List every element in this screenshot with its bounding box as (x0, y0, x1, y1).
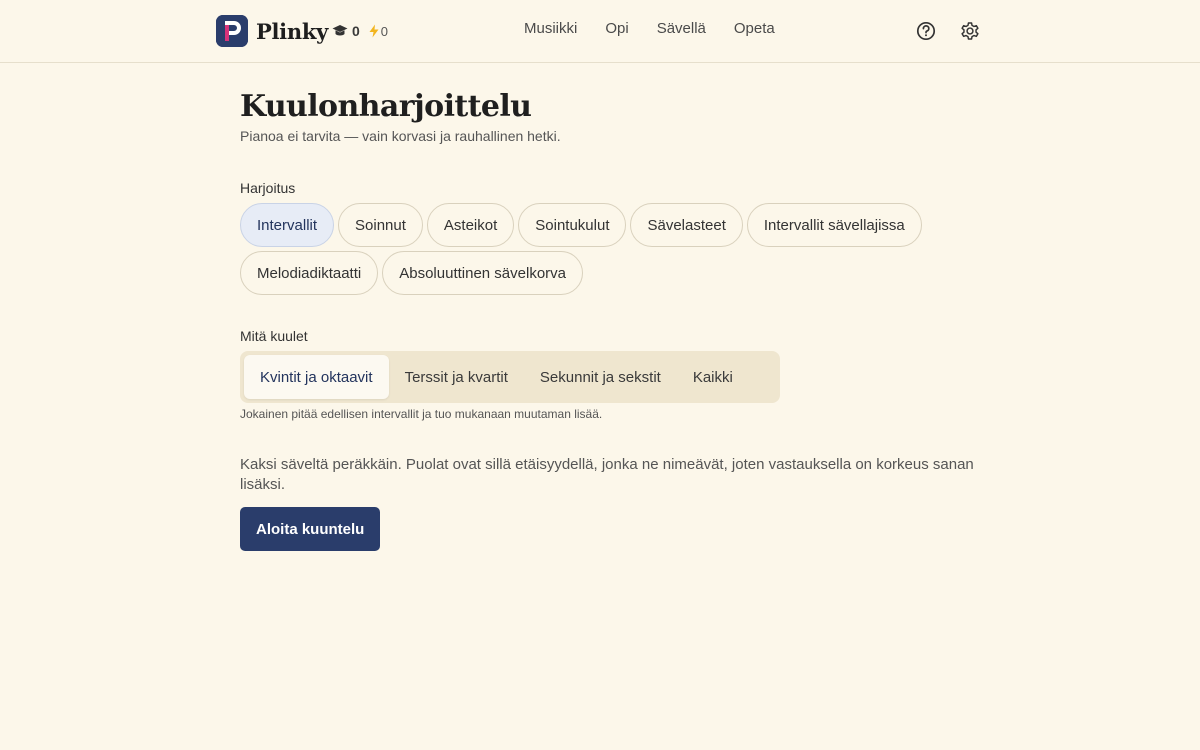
streak-value: 0 (380, 23, 389, 39)
level-kaikki[interactable]: Kaikki (677, 355, 749, 399)
help-button[interactable] (915, 20, 937, 42)
streak-stat: 0 (368, 24, 388, 39)
settings-button[interactable] (959, 20, 981, 42)
level-sekunnit-ja-sekstit[interactable]: Sekunnit ja sekstit (524, 355, 677, 399)
top-bar: Plinky 0 0 Musiikki Opi Sävellä Opeta (0, 0, 1200, 63)
exercise-chip-sointukulut[interactable]: Sointukulut (518, 203, 627, 247)
xp-stat: 0 (332, 23, 360, 39)
level-kvintit-ja-oktaavit[interactable]: Kvintit ja oktaavit (244, 355, 389, 399)
plinky-logo-icon (216, 15, 248, 47)
page-title: Kuulonharjoittelu (240, 89, 532, 124)
exercise-label: Harjoitus (240, 180, 296, 196)
user-stats: 0 0 (332, 20, 388, 42)
nav-opeta[interactable]: Opeta (734, 20, 775, 37)
graduation-cap-icon (332, 25, 348, 36)
level-terssit-ja-kvartit[interactable]: Terssit ja kvartit (389, 355, 524, 399)
level-note: Jokainen pitää edellisen intervallit ja … (240, 407, 603, 421)
exercise-chip-melodiadiktaatti[interactable]: Melodiadiktaatti (240, 251, 379, 295)
page-header: Kuulonharjoittelu Pianoa ei tarvita — va… (240, 88, 980, 145)
page-subtitle: Pianoa ei tarvita — vain korvasi ja rauh… (240, 128, 561, 144)
start-listening-button[interactable]: Aloita kuuntelu (240, 507, 381, 551)
exercise-chip-intervallit[interactable]: Intervallit (240, 203, 335, 247)
nav-musiikki[interactable]: Musiikki (524, 20, 577, 37)
hear-label: Mitä kuulet (240, 328, 308, 344)
nav-savella[interactable]: Sävellä (657, 20, 706, 37)
gear-icon (961, 22, 979, 40)
xp-value: 0 (352, 23, 360, 39)
exercise-chip-savelasteet[interactable]: Sävelasteet (630, 203, 743, 247)
nav-opi[interactable]: Opi (605, 20, 628, 37)
main-nav: Musiikki Opi Sävellä Opeta (524, 20, 775, 37)
level-selector: Kvintit ja oktaavit Terssit ja kvartit S… (240, 351, 780, 403)
exercise-chip-soinnut[interactable]: Soinnut (338, 203, 423, 247)
lightning-icon (369, 24, 379, 38)
exercise-chip-asteikot[interactable]: Asteikot (426, 203, 515, 247)
brand[interactable]: Plinky (216, 15, 328, 47)
brand-name: Plinky (256, 18, 328, 44)
exercise-description: Kaksi säveltä peräkkäin. Puolat ovat sil… (240, 456, 974, 493)
exercise-chip-intervallit-savellajissa[interactable]: Intervallit sävellajissa (746, 203, 922, 247)
question-circle-icon (916, 21, 936, 41)
exercise-chips: Intervallit Soinnut Asteikot Sointukulut… (240, 203, 960, 295)
exercise-chip-absoluuttinen-savelkorva[interactable]: Absoluuttinen sävelkorva (382, 251, 583, 295)
